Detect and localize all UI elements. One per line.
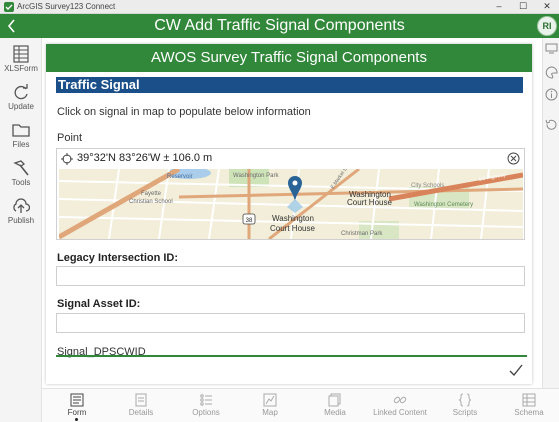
- bottom-tab-bar: Form Details Options Map Media Linked Co…: [42, 388, 559, 422]
- history-icon[interactable]: [545, 118, 558, 131]
- list-options-icon: [200, 394, 212, 406]
- tab-scripts[interactable]: Scripts: [434, 389, 496, 422]
- left-sidebar: XLSForm Update Files Tools Publish: [0, 38, 42, 422]
- geopoint-header: 39°32'N 83°26'W ± 106.0 m: [57, 149, 524, 169]
- map-label-courthouse-line1: Washington: [272, 214, 314, 223]
- clear-location-icon[interactable]: [507, 152, 520, 165]
- map-label-cemetery: Washington Cemetery: [414, 202, 473, 208]
- minimize-icon[interactable]: –: [487, 0, 511, 14]
- window-title: ArcGIS Survey123 Connect: [17, 2, 116, 11]
- point-label: Point: [57, 132, 83, 144]
- map-label-courthouse-line2: Court House: [270, 224, 315, 233]
- route-shield-label: 38: [246, 218, 253, 224]
- tab-label: Media: [324, 408, 346, 417]
- info-icon[interactable]: [545, 88, 558, 101]
- map-label-reservoir: Reservoir: [167, 174, 193, 180]
- geopoint-question: 39°32'N 83°26'W ± 106.0 m 38 Reservoir F…: [56, 148, 525, 240]
- group-header-traffic-signal: Traffic Signal: [56, 77, 523, 93]
- sidebar-item-label: XLSForm: [4, 64, 38, 73]
- tab-details[interactable]: Details: [110, 389, 172, 422]
- user-avatar[interactable]: RI: [537, 16, 557, 36]
- signal-asset-input[interactable]: [56, 313, 525, 333]
- sidebar-item-label: Files: [12, 140, 30, 149]
- map-label-washington-park: Washington Park: [233, 173, 279, 179]
- sidebar-item-publish[interactable]: Publish: [0, 194, 42, 232]
- tab-media[interactable]: Media: [304, 389, 366, 422]
- sidebar-item-update[interactable]: Update: [0, 80, 42, 118]
- instruction-note: Click on signal in map to populate below…: [57, 106, 311, 118]
- cloud-upload-icon: [13, 198, 30, 213]
- legacy-intersection-label: Legacy Intersection ID:: [57, 252, 179, 264]
- close-window-icon[interactable]: ✕: [535, 0, 559, 14]
- tab-map[interactable]: Map: [239, 389, 301, 422]
- legacy-intersection-input[interactable]: [56, 266, 525, 286]
- checkmark-icon[interactable]: [508, 362, 524, 378]
- page-divider: [56, 355, 527, 357]
- map-graphic: 38 Reservoir Fayette Christian School Wa…: [59, 169, 523, 239]
- document-icon: [135, 393, 147, 407]
- maximize-icon[interactable]: ☐: [511, 0, 535, 14]
- sidebar-item-label: Update: [8, 102, 34, 111]
- code-braces-icon: [458, 393, 472, 407]
- link-icon: [393, 396, 407, 404]
- signal-asset-label: Signal Asset ID:: [57, 298, 141, 310]
- tab-label: Schema: [514, 408, 544, 417]
- sidebar-item-files[interactable]: Files: [0, 118, 42, 156]
- tab-schema[interactable]: Schema: [498, 389, 559, 422]
- map-label-christman-park: Christman Park: [341, 231, 383, 237]
- tab-label: Linked Content: [373, 408, 427, 417]
- crosshair-icon[interactable]: [61, 153, 73, 165]
- tab-label: Details: [128, 408, 154, 417]
- window-title-bar: ArcGIS Survey123 Connect – ☐ ✕: [0, 0, 559, 14]
- map-label-courthouse-small-line2: Court House: [347, 198, 392, 207]
- tab-label: Form: [67, 408, 87, 417]
- location-map[interactable]: 38 Reservoir Fayette Christian School Wa…: [59, 169, 523, 239]
- media-icon: [328, 393, 341, 407]
- active-tab-indicator: [75, 418, 78, 421]
- sidebar-item-label: Tools: [11, 178, 31, 187]
- hammer-icon: [13, 160, 29, 176]
- tab-form[interactable]: Form: [46, 389, 108, 422]
- back-arrow-icon[interactable]: [4, 15, 18, 37]
- sidebar-item-xlsform[interactable]: XLSForm: [0, 42, 42, 80]
- map-label-christian-school: Christian School: [129, 199, 173, 205]
- map-label-fayette: Fayette: [141, 191, 162, 197]
- form-icon: [70, 393, 84, 407]
- form-panel: AWOS Survey Traffic Signal Components Tr…: [46, 44, 532, 384]
- map-label-city-schools: City Schools: [411, 183, 444, 189]
- form-title: AWOS Survey Traffic Signal Components: [46, 44, 532, 72]
- sidebar-item-label: Publish: [7, 216, 35, 225]
- sidebar-item-tools[interactable]: Tools: [0, 156, 42, 194]
- app-header: CW Add Traffic Signal Components RI: [0, 14, 559, 38]
- tab-label: Options: [192, 408, 220, 417]
- map-icon: [263, 393, 277, 407]
- schema-icon: [522, 393, 536, 407]
- page-title: CW Add Traffic Signal Components: [154, 17, 405, 34]
- right-sidebar: [542, 38, 559, 422]
- refresh-icon: [14, 84, 28, 100]
- folder-icon: [12, 124, 30, 137]
- tab-label: Scripts: [452, 408, 478, 417]
- tab-linked-content[interactable]: Linked Content: [368, 389, 432, 422]
- app-icon: [4, 2, 14, 12]
- tab-options[interactable]: Options: [175, 389, 237, 422]
- monitor-icon[interactable]: [545, 42, 558, 55]
- coordinate-readout: 39°32'N 83°26'W ± 106.0 m: [77, 152, 213, 164]
- palette-icon[interactable]: [545, 66, 558, 79]
- spreadsheet-icon: [13, 45, 29, 63]
- tab-label: Map: [262, 408, 278, 417]
